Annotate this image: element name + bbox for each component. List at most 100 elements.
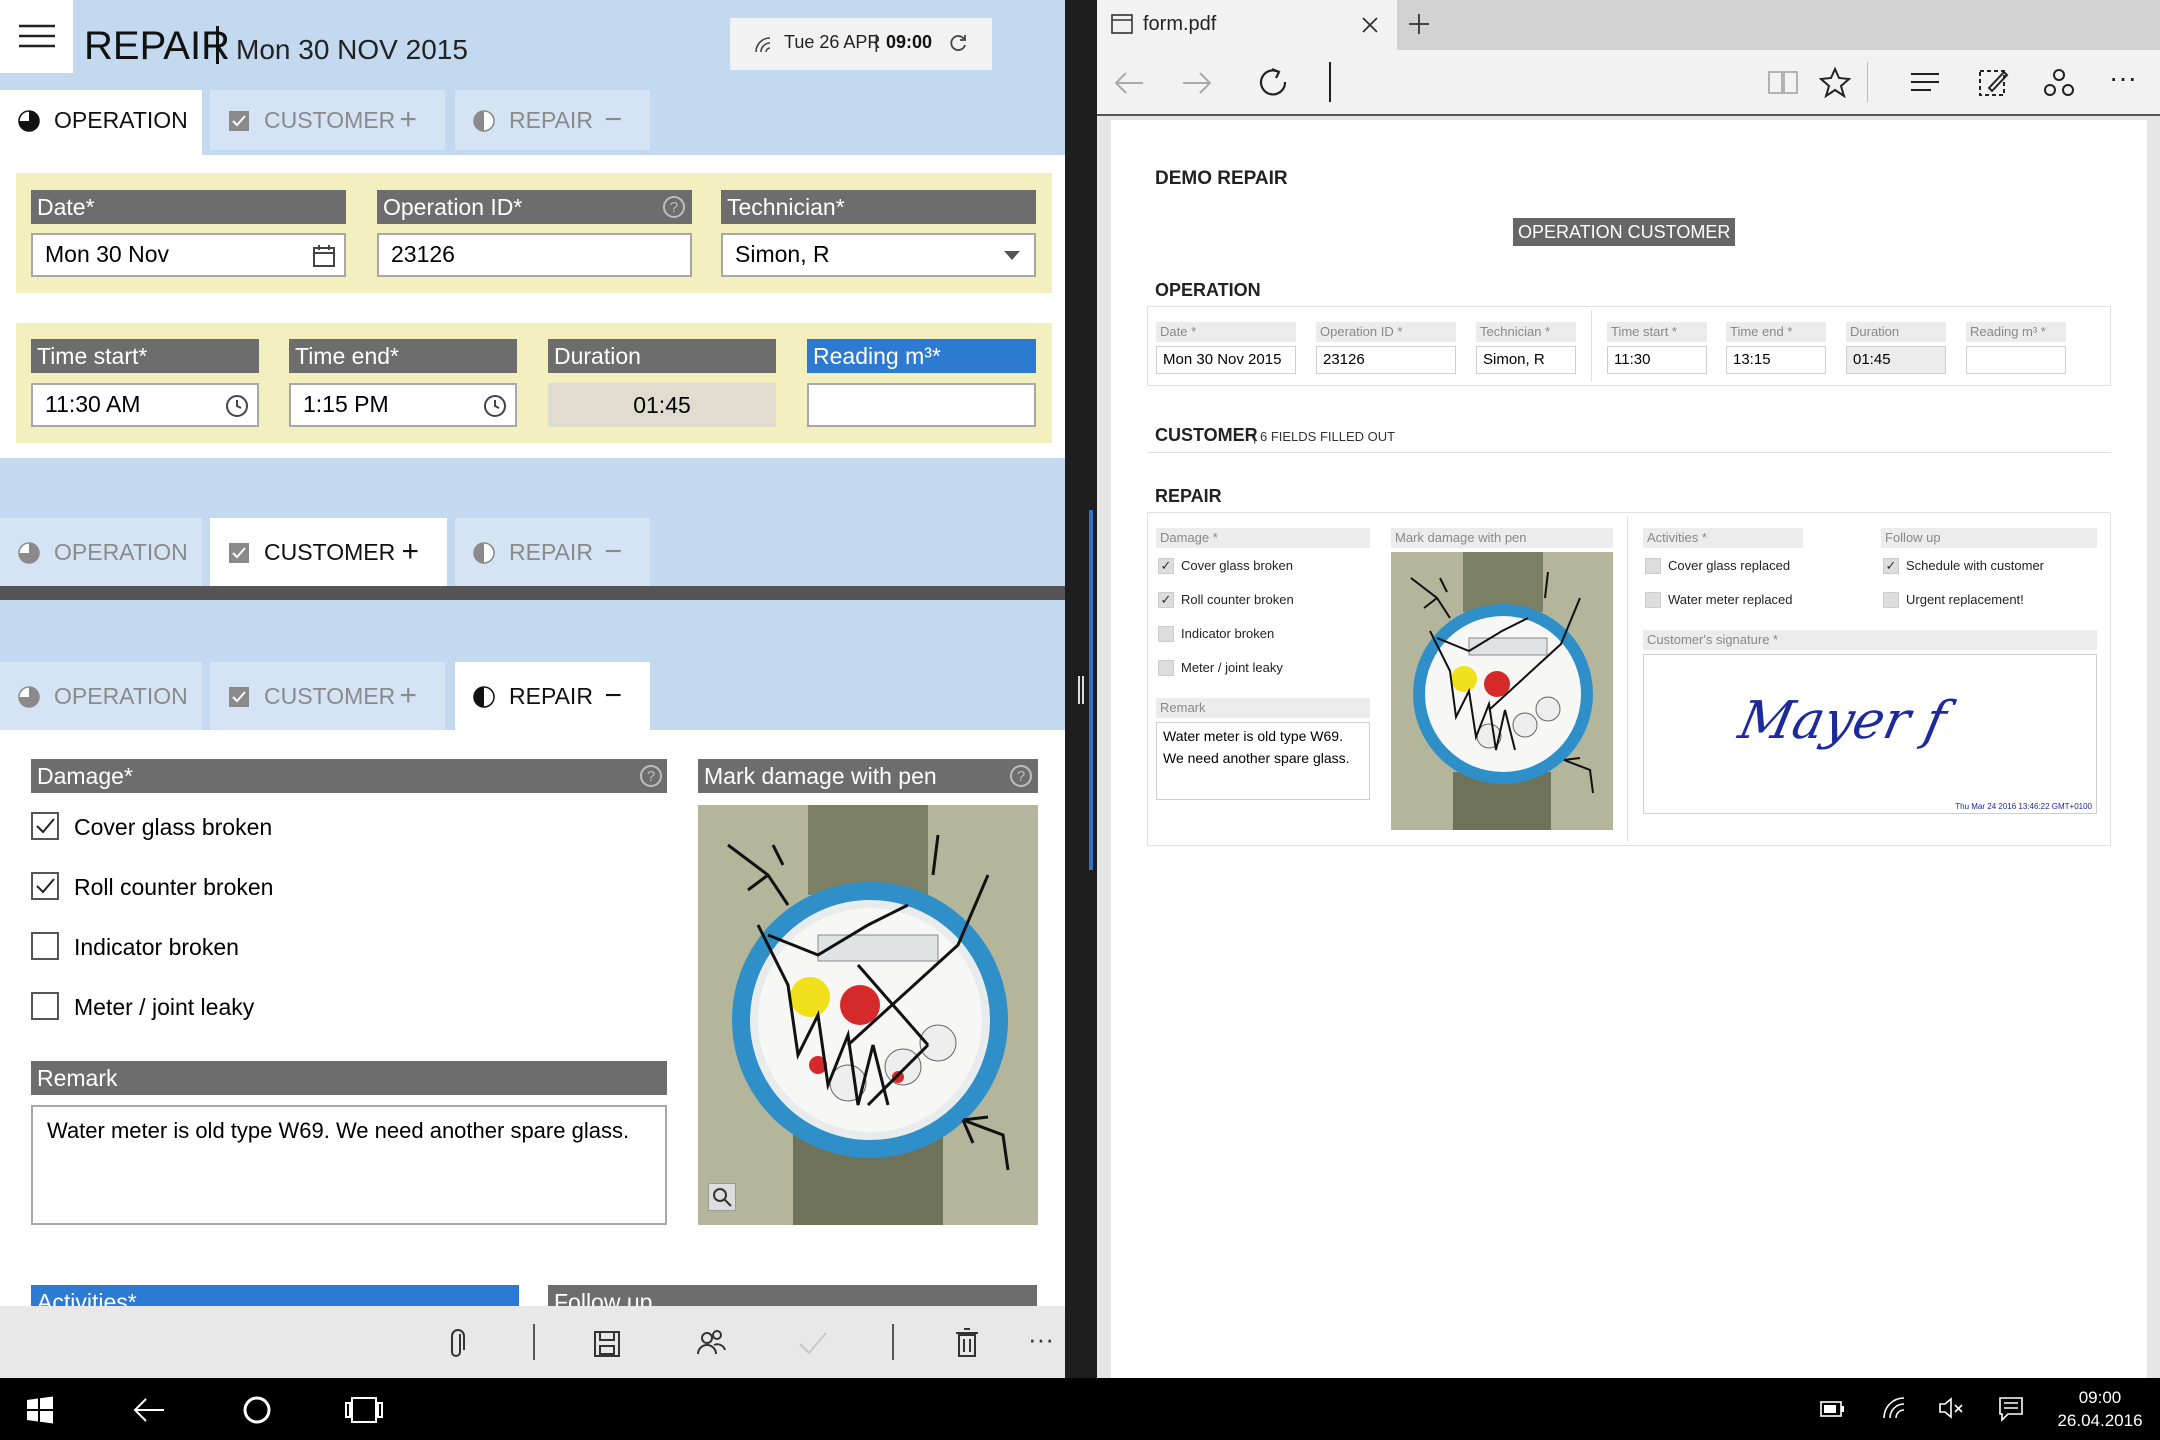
pdf-checkbox-label: Schedule with customer <box>1906 558 2045 573</box>
remark-textarea[interactable]: Water meter is old type W69. We need ano… <box>31 1105 667 1225</box>
minus-icon[interactable]: − <box>604 666 622 726</box>
status-box: Tue 26 APR | 09:00 <box>730 18 992 70</box>
tab-repair[interactable]: REPAIR − <box>455 662 650 730</box>
remark-label: Remark <box>31 1061 667 1095</box>
close-icon[interactable] <box>1361 16 1379 34</box>
time-start-field[interactable]: 11:30 AM <box>31 383 259 427</box>
tab-operation-label: OPERATION <box>54 539 188 565</box>
forward-icon[interactable] <box>1181 70 1213 96</box>
delete-icon[interactable] <box>955 1328 979 1358</box>
checkmark-icon[interactable] <box>798 1330 828 1356</box>
task-view-icon[interactable] <box>344 1394 384 1426</box>
pdf-checkbox: ✓ <box>1158 592 1174 608</box>
tab-repair[interactable]: REPAIR − <box>455 518 650 586</box>
back-icon[interactable] <box>132 1396 166 1424</box>
signature-timestamp: Thu Mar 24 2016 13:46:22 GMT+0100 <box>1955 802 2092 811</box>
refresh-icon[interactable] <box>1257 66 1289 98</box>
back-icon[interactable] <box>1113 70 1145 96</box>
damage-option-label: Indicator broken <box>74 934 239 960</box>
tab-customer-label: CUSTOMER <box>264 683 396 709</box>
time-end-field[interactable]: 1:15 PM <box>289 383 517 427</box>
operation-id-field[interactable]: 23126 <box>377 233 692 277</box>
separator <box>1867 62 1868 102</box>
pdf-opid-label: Operation ID * <box>1316 322 1456 342</box>
checkmark-icon <box>36 818 55 834</box>
wifi-icon[interactable] <box>1882 1396 1908 1420</box>
pdf-repair-heading: REPAIR <box>1155 486 1222 506</box>
pdf-checkbox-label: Roll counter broken <box>1181 592 1294 607</box>
wifi-icon <box>755 37 771 53</box>
windows-start-icon[interactable] <box>26 1396 54 1424</box>
hub-icon[interactable] <box>1909 70 1941 94</box>
clock-icon[interactable] <box>483 394 507 418</box>
damage-checkbox[interactable] <box>31 812 59 840</box>
date-field[interactable]: Mon 30 Nov <box>31 233 346 277</box>
attachment-icon[interactable] <box>446 1328 468 1360</box>
drag-handle-icon[interactable] <box>1078 676 1084 704</box>
action-center-icon[interactable] <box>1998 1396 2024 1422</box>
address-caret[interactable] <box>1329 62 1331 102</box>
technician-select[interactable]: Simon, R <box>721 233 1036 277</box>
tab-operation[interactable]: OPERATION <box>0 518 202 586</box>
pdf-customer-note: | 6 FIELDS FILLED OUT <box>1253 429 1396 444</box>
tab-customer[interactable]: CUSTOMER + <box>210 662 445 730</box>
split-indicator <box>1089 510 1093 870</box>
menu-button[interactable] <box>0 0 73 73</box>
cortana-icon[interactable] <box>241 1394 273 1426</box>
people-icon[interactable] <box>696 1328 726 1358</box>
help-icon[interactable]: ? <box>640 765 662 787</box>
reading-view-icon[interactable] <box>1767 68 1799 96</box>
plus-icon[interactable]: + <box>399 90 417 150</box>
tab-operation[interactable]: OPERATION <box>0 90 202 155</box>
status-date: Tue 26 APR <box>784 32 881 52</box>
clock[interactable]: 09:00 26.04.2016 <box>2055 1386 2145 1432</box>
pdf-checkbox-label: Urgent replacement! <box>1906 592 2024 607</box>
damage-drawing-canvas[interactable] <box>698 805 1038 1225</box>
volume-muted-icon[interactable] <box>1938 1396 1964 1420</box>
pie-progress-icon <box>18 686 40 708</box>
tab-repair-label: REPAIR <box>509 107 593 133</box>
calendar-icon[interactable] <box>312 244 336 268</box>
damage-checkbox[interactable] <box>31 872 59 900</box>
more-icon[interactable]: ··· <box>1028 1324 1054 1355</box>
pdf-checkbox <box>1158 660 1174 676</box>
damage-checkbox[interactable] <box>31 992 59 1020</box>
tab-title: form.pdf <box>1143 13 1217 35</box>
minus-icon[interactable]: − <box>604 90 622 150</box>
clock-icon[interactable] <box>225 394 249 418</box>
favorite-star-icon[interactable] <box>1819 66 1851 98</box>
new-tab-icon[interactable] <box>1407 12 1431 36</box>
reading-field[interactable] <box>807 383 1036 427</box>
pdf-tstart-field: 11:30 <box>1607 346 1707 374</box>
help-icon[interactable]: ? <box>663 196 685 218</box>
help-icon[interactable]: ? <box>1010 765 1032 787</box>
pdf-remark-value: Water meter is old type W69. We need ano… <box>1156 722 1370 800</box>
zoom-icon[interactable] <box>708 1183 736 1211</box>
pdf-signature-label: Customer's signature * <box>1643 630 2097 650</box>
tab-operation[interactable]: OPERATION <box>0 662 202 730</box>
more-icon[interactable]: ··· <box>2109 62 2137 94</box>
damage-checkbox[interactable] <box>31 932 59 960</box>
tab-customer-label: CUSTOMER <box>264 539 396 565</box>
operation-id-label: Operation ID* <box>377 190 692 224</box>
save-icon[interactable] <box>593 1330 621 1358</box>
tab-customer[interactable]: CUSTOMER + <box>210 90 445 150</box>
web-note-icon[interactable] <box>1977 66 2009 98</box>
pdf-checkbox-label: Water meter replaced <box>1668 592 1793 607</box>
battery-icon[interactable] <box>1820 1400 1846 1418</box>
split-view-divider[interactable] <box>1065 0 1097 1378</box>
plus-icon[interactable]: + <box>399 666 417 726</box>
pdf-duration-field: 01:45 <box>1846 346 1946 374</box>
damage-option-label: Roll counter broken <box>74 874 274 900</box>
minus-icon[interactable]: − <box>604 522 622 582</box>
pdf-remark-label: Remark <box>1156 698 1370 718</box>
status-time: 09:00 <box>886 32 933 52</box>
tab-repair[interactable]: REPAIR − <box>455 90 650 150</box>
pdf-checkbox: ✓ <box>1883 558 1899 574</box>
plus-icon[interactable]: + <box>401 522 419 582</box>
browser-tab[interactable]: form.pdf <box>1097 0 1397 50</box>
checkmark-icon <box>36 878 55 894</box>
sync-icon[interactable] <box>948 33 968 53</box>
share-icon[interactable] <box>2043 66 2075 98</box>
tab-customer[interactable]: CUSTOMER + <box>210 518 447 586</box>
